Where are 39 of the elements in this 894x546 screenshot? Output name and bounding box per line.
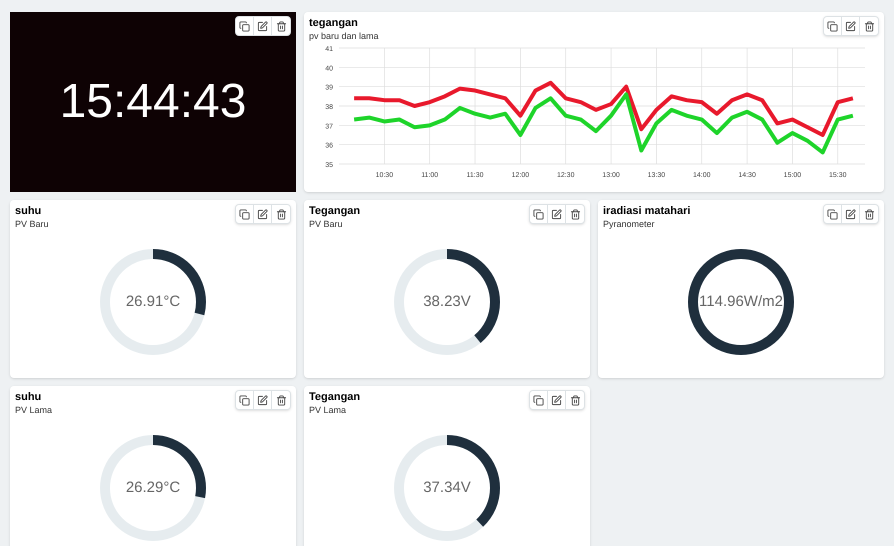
trash-icon (570, 208, 580, 220)
widget-subtitle: PV Lama (309, 404, 348, 416)
copy-icon (827, 20, 838, 32)
widget-title: iradiasi matahari (603, 204, 690, 218)
trash-icon (276, 20, 286, 32)
trash-icon (864, 208, 874, 220)
edit-icon (257, 208, 268, 220)
trash-icon (864, 20, 874, 32)
edit-icon (551, 208, 562, 220)
widget-title: Tegangan (309, 204, 360, 218)
widget-title: suhu (15, 390, 42, 404)
gauge-reading: 37.34V (423, 478, 471, 498)
edit-icon (845, 208, 856, 220)
trash-icon (276, 208, 286, 220)
edit-icon (551, 394, 562, 406)
gauge-reading: 114.96W/m2 (699, 292, 783, 312)
trash-icon (570, 394, 580, 406)
widget-subtitle: pv baru dan lama (309, 30, 379, 42)
edit-icon (257, 394, 268, 406)
gauge-reading: 38.23V (423, 292, 471, 312)
widget-subtitle: Pyranometer (603, 218, 656, 230)
copy-icon (533, 208, 544, 220)
widget-title: tegangan (309, 16, 359, 30)
widget-subtitle: PV Baru (309, 218, 344, 230)
copy-icon (239, 394, 250, 406)
clock-time: 15:44:43 (60, 74, 246, 130)
widget-subtitle: PV Lama (15, 404, 52, 416)
copy-icon (827, 208, 838, 220)
copy-icon (239, 208, 250, 220)
widget-title: suhu (15, 204, 42, 218)
edit-icon (257, 20, 268, 32)
copy-icon (239, 20, 250, 32)
widget-title: Tegangan (309, 390, 360, 404)
widget-subtitle: PV Baru (15, 218, 49, 230)
trash-icon (276, 394, 286, 406)
gauge-reading: 26.91°C (126, 292, 180, 312)
edit-icon (845, 20, 856, 32)
copy-icon (533, 394, 544, 406)
gauge-reading: 26.29°C (126, 478, 180, 498)
